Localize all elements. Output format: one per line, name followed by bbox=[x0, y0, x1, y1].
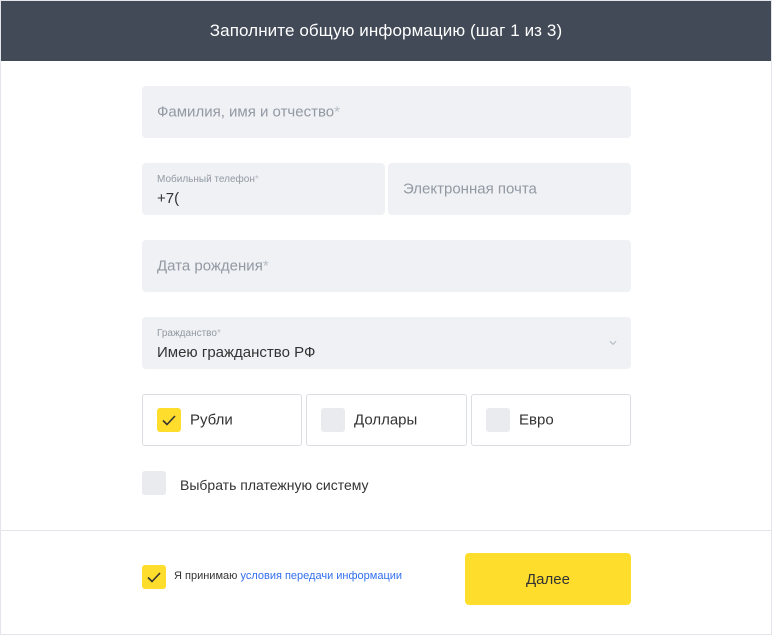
form-title: Заполните общую информацию (шаг 1 из 3) bbox=[209, 21, 563, 40]
footer-divider bbox=[1, 530, 771, 531]
email-placeholder: Электронная почта bbox=[403, 180, 537, 198]
currency-option-rub[interactable]: Рубли bbox=[142, 394, 302, 446]
checkbox-icon[interactable] bbox=[321, 408, 345, 432]
currency-label-rub: Рубли bbox=[190, 411, 233, 429]
next-button[interactable]: Далее bbox=[465, 553, 631, 605]
phone-field[interactable]: Мобильный телефон* +7( bbox=[142, 163, 385, 215]
full-name-field[interactable]: Фамилия, имя и отчество* bbox=[142, 86, 631, 138]
birth-date-placeholder: Дата рождения* bbox=[157, 257, 269, 275]
consent-text: Я принимаю условия передачи информации bbox=[174, 570, 403, 582]
payment-system-checkbox[interactable] bbox=[142, 471, 166, 495]
citizenship-value: Имею гражданство РФ bbox=[157, 344, 316, 361]
consent-terms-link[interactable]: условия передачи информации bbox=[240, 570, 402, 582]
checkbox-checked-icon[interactable] bbox=[157, 408, 181, 432]
currency-option-eur[interactable]: Евро bbox=[471, 394, 631, 446]
currency-label-eur: Евро bbox=[519, 411, 554, 429]
application-form: Заполните общую информацию (шаг 1 из 3) … bbox=[0, 0, 772, 635]
birth-date-field[interactable]: Дата рождения* bbox=[142, 240, 631, 292]
phone-value: +7( bbox=[157, 190, 180, 207]
citizenship-select[interactable]: Гражданство* Имею гражданство РФ bbox=[142, 317, 631, 369]
chevron-down-icon[interactable] bbox=[609, 339, 617, 347]
full-name-placeholder: Фамилия, имя и отчество* bbox=[157, 103, 340, 121]
form-header: Заполните общую информацию (шаг 1 из 3) bbox=[1, 1, 771, 61]
currency-option-usd[interactable]: Доллары bbox=[306, 394, 467, 446]
payment-system-label: Выбрать платежную систему bbox=[180, 477, 369, 493]
currency-label-usd: Доллары bbox=[354, 411, 418, 429]
phone-label: Мобильный телефон* bbox=[157, 174, 259, 185]
citizenship-label: Гражданство* bbox=[157, 328, 221, 339]
checkbox-icon[interactable] bbox=[486, 408, 510, 432]
email-field[interactable]: Электронная почта bbox=[388, 163, 631, 215]
consent-checkbox[interactable] bbox=[142, 565, 166, 589]
